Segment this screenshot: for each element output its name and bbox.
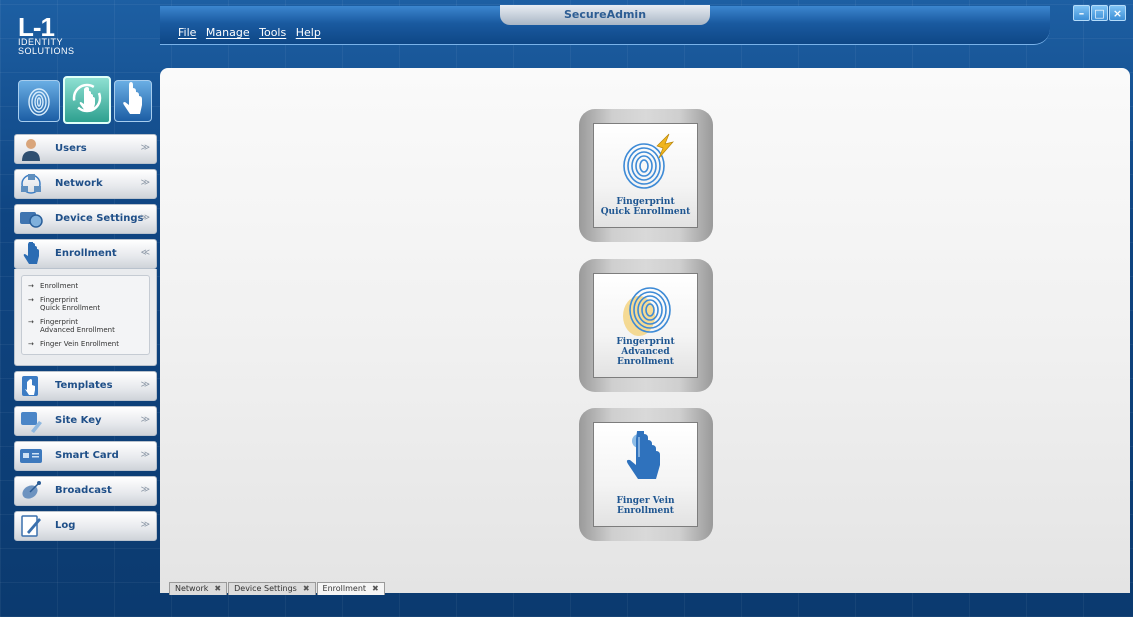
- finger-vein-icon: [123, 82, 142, 114]
- menu-help[interactable]: Help: [296, 26, 321, 39]
- submenu-label: Finger Vein Enrollment: [40, 340, 119, 348]
- close-tab-icon[interactable]: ✖: [214, 584, 221, 593]
- sidebar-item-label: Device Settings: [55, 213, 144, 224]
- close-button[interactable]: ×: [1109, 5, 1126, 21]
- finger-vein-icon: [626, 431, 660, 479]
- minimize-button[interactable]: –: [1073, 5, 1090, 21]
- tile-label-line2: Enrollment: [617, 506, 674, 516]
- sidebar-item-smart-card[interactable]: Smart Card ≫: [14, 441, 157, 471]
- tab-label: Device Settings: [234, 584, 297, 593]
- tile-label-line1: Finger Vein: [616, 496, 675, 506]
- sidebar-item-enrollment[interactable]: Enrollment ≪: [14, 239, 157, 269]
- sidebar-item-network[interactable]: Network ≫: [14, 169, 157, 199]
- site-key-icon: [21, 412, 42, 433]
- logo-text-solutions: SOLUTIONS: [18, 46, 75, 56]
- chevron-down-icon: ≫: [140, 415, 150, 425]
- tile-frame: Fingerprint Advanced Enrollment: [579, 259, 713, 392]
- chevron-down-icon: ≫: [140, 520, 150, 530]
- vein-mode-button[interactable]: [114, 80, 152, 122]
- submenu-label: Fingerprint: [40, 296, 78, 304]
- broadcast-icon: [22, 481, 41, 499]
- menu-manage[interactable]: Manage: [206, 26, 250, 39]
- enrollment-submenu: Enrollment Fingerprint Quick Enrollment …: [14, 269, 157, 366]
- smart-card-icon: [20, 449, 42, 463]
- submenu-item-fingerprint-advanced[interactable]: Fingerprint Advanced Enrollment: [26, 315, 145, 337]
- app-window: SecureAdmin File Manage Tools Help – □ ×…: [0, 0, 1133, 617]
- sidebar-item-label: Site Key: [55, 415, 102, 426]
- enrollment-icon: [23, 242, 39, 264]
- submenu-item-enrollment[interactable]: Enrollment: [26, 279, 145, 293]
- tile-label: Finger Vein Enrollment: [594, 496, 697, 516]
- tile-label-line1: Fingerprint: [616, 197, 675, 207]
- fingerprint-advanced-enrollment-button[interactable]: Fingerprint Advanced Enrollment: [593, 273, 698, 378]
- document-tabs: Network ✖ Device Settings ✖ Enrollment ✖: [169, 582, 386, 595]
- sidebar-item-label: Broadcast: [55, 485, 112, 496]
- sidebar-item-templates[interactable]: Templates ≫: [14, 371, 157, 401]
- tab-label: Network: [175, 584, 209, 593]
- sidebar-item-label: Log: [55, 520, 76, 531]
- fingerprint-quick-icon: [623, 133, 674, 189]
- sidebar-item-site-key[interactable]: Site Key ≫: [14, 406, 157, 436]
- company-logo: L-1 IDENTITY SOLUTIONS: [18, 12, 75, 56]
- templates-icon: [22, 376, 38, 396]
- user-icon: [22, 139, 40, 161]
- sidebar-item-label: Users: [55, 143, 87, 154]
- tab-device-settings[interactable]: Device Settings ✖: [228, 582, 316, 595]
- maximize-button[interactable]: □: [1091, 5, 1108, 21]
- sidebar: Users ≫ Network ≫ Device Settings ≫ Enro…: [14, 134, 157, 546]
- sidebar-item-broadcast[interactable]: Broadcast ≫: [14, 476, 157, 506]
- enrollment-mode-button[interactable]: [63, 76, 111, 124]
- tile-label-line2: Advanced Enrollment: [617, 347, 674, 367]
- fingerprint-quick-enrollment-button[interactable]: Fingerprint Quick Enrollment: [593, 123, 698, 228]
- tile-label-line2: Quick Enrollment: [600, 207, 691, 217]
- window-title: SecureAdmin: [500, 5, 710, 25]
- fingerprint-mode-button[interactable]: [18, 80, 60, 122]
- sidebar-item-label: Network: [55, 178, 103, 189]
- logo-mark: L-1: [18, 12, 55, 42]
- sidebar-item-users[interactable]: Users ≫: [14, 134, 157, 164]
- submenu-label: Advanced Enrollment: [40, 326, 115, 334]
- chevron-down-icon: ≫: [140, 485, 150, 495]
- chevron-down-icon: ≫: [140, 143, 150, 153]
- submenu-item-fingerprint-quick[interactable]: Fingerprint Quick Enrollment: [26, 293, 145, 315]
- device-settings-icon: [20, 212, 43, 228]
- chevron-down-icon: ≫: [140, 213, 150, 223]
- finger-vein-enrollment-button[interactable]: Finger Vein Enrollment: [593, 422, 698, 527]
- chevron-down-icon: ≫: [140, 380, 150, 390]
- submenu-item-finger-vein[interactable]: Finger Vein Enrollment: [26, 337, 145, 351]
- close-tab-icon[interactable]: ✖: [303, 584, 310, 593]
- chevron-down-icon: ≫: [140, 178, 150, 188]
- hand-touch-icon: [72, 83, 102, 113]
- sidebar-item-device-settings[interactable]: Device Settings ≫: [14, 204, 157, 234]
- log-icon: [21, 515, 41, 537]
- fingerprint-advanced-icon: [623, 287, 671, 336]
- menu-tools[interactable]: Tools: [259, 26, 286, 39]
- tile-label-line1: Fingerprint: [616, 337, 675, 347]
- tile-label: Fingerprint Quick Enrollment: [594, 197, 697, 217]
- tile-frame: Fingerprint Quick Enrollment: [579, 109, 713, 242]
- tile-label: Fingerprint Advanced Enrollment: [594, 337, 697, 367]
- tab-network[interactable]: Network ✖: [169, 582, 228, 595]
- chevron-down-icon: ≫: [140, 450, 150, 460]
- close-tab-icon[interactable]: ✖: [372, 584, 379, 593]
- tab-label: Enrollment: [322, 584, 367, 593]
- sidebar-item-label: Enrollment: [55, 248, 117, 259]
- menu-file[interactable]: File: [178, 26, 196, 39]
- sidebar-item-label: Smart Card: [55, 450, 119, 461]
- chevron-up-icon: ≪: [140, 248, 150, 258]
- submenu-label: Fingerprint: [40, 318, 78, 326]
- submenu-label: Enrollment: [40, 282, 79, 290]
- network-icon: [21, 174, 41, 194]
- sidebar-item-label: Templates: [55, 380, 113, 391]
- sidebar-item-log[interactable]: Log ≫: [14, 511, 157, 541]
- menu-bar: File Manage Tools Help: [178, 26, 327, 39]
- tile-frame: Finger Vein Enrollment: [579, 408, 713, 541]
- fingerprint-icon: [28, 88, 50, 116]
- submenu-label: Quick Enrollment: [40, 304, 101, 312]
- main-content: Fingerprint Quick Enrollment Fingerprint: [160, 68, 1130, 593]
- tab-enrollment[interactable]: Enrollment ✖: [316, 582, 385, 595]
